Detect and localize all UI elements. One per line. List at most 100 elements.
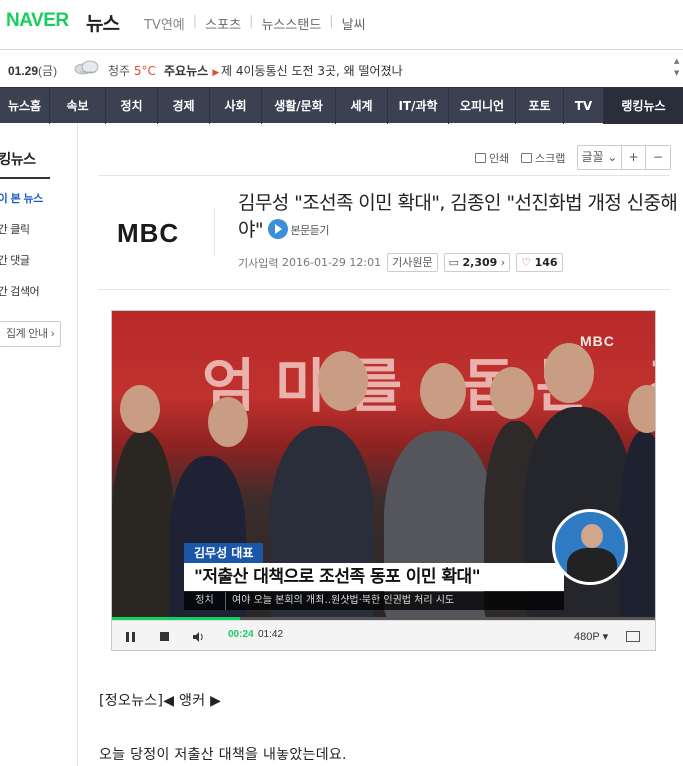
top-nav-sports[interactable]: 스포츠: [199, 14, 247, 33]
listen-button[interactable]: 본문듣기: [268, 217, 329, 244]
naver-logo[interactable]: NAVER: [6, 10, 69, 32]
main-nav: 뉴스홈 속보 정치 경제 사회 생활/문화 세계 IT/과학 오피니언 포토 T…: [0, 87, 683, 124]
key-news-text: 주요뉴스: [164, 64, 209, 78]
nav-economy[interactable]: 경제: [158, 87, 210, 124]
print-label: 인쇄: [489, 152, 510, 165]
volume-icon[interactable]: [192, 631, 204, 643]
aggregation-info-button[interactable]: 집계 안내 ›: [0, 321, 61, 347]
listen-label: 본문듣기: [290, 224, 329, 237]
arrow-down-icon[interactable]: ▼: [674, 67, 679, 79]
article-meta: 기사입력 2016-01-29 12:01 기사원문 ▭ 2,309 › ♡ 1…: [238, 253, 563, 272]
rolling-headline[interactable]: 제 4이동통신 도전 3곳, 왜 떨어졌나: [221, 62, 403, 79]
divider: |: [329, 14, 334, 29]
nav-politics[interactable]: 정치: [106, 87, 158, 124]
article-title-block: 김무성 "조선족 이민 확대", 김종인 "선진화법 개정 신중해야" 본문듣기: [238, 190, 678, 244]
divider: [98, 289, 670, 290]
quality-label: 480P: [574, 631, 600, 643]
font-increase-button[interactable]: +: [622, 146, 646, 169]
font-decrease-button[interactable]: −: [646, 146, 670, 169]
person-head: [208, 397, 248, 447]
caption-sub: 정치 여야 오늘 본회의 개최‥원샷법·북한 인권법 처리 시도: [184, 592, 564, 610]
sidebar-item-weekly-click[interactable]: 주간 클릭: [0, 221, 30, 237]
current-time: 00:24: [228, 629, 254, 640]
interpreter-body: [567, 548, 617, 582]
nav-photo[interactable]: 포토: [516, 87, 564, 124]
video-controls: 00:24 01:42 480P ▾: [112, 620, 655, 650]
page: NAVER 뉴스 TV연예 | 스포츠 | 뉴스스탠드 | 날씨 01.29(금…: [0, 0, 683, 766]
press-logo[interactable]: MBC: [117, 218, 179, 249]
nav-life-culture[interactable]: 생활/문화: [262, 87, 336, 124]
person-head: [318, 351, 368, 411]
interpreter-head: [581, 524, 603, 548]
chevron-down-icon: ▾: [602, 631, 609, 643]
nav-world[interactable]: 세계: [336, 87, 388, 124]
sign-language-interpreter: [552, 509, 628, 585]
info-bar: 01.29(금) 청주 5°C 주요뉴스 ▶ 제 4이동통신 도전 3곳, 왜 …: [0, 51, 683, 87]
sidebar-item-most-viewed[interactable]: 많이 본 뉴스: [0, 190, 43, 206]
article-timestamp: 2016-01-29 12:01: [281, 256, 382, 269]
caption-ticker: 여야 오늘 본회의 개최‥원샷법·북한 인권법 처리 시도: [232, 595, 455, 606]
top-nav-tv[interactable]: TV연예: [138, 14, 191, 33]
quality-select[interactable]: 480P ▾: [574, 630, 608, 643]
nav-tv[interactable]: TV: [564, 87, 604, 124]
arrow-up-icon[interactable]: ▲: [674, 55, 679, 67]
fullscreen-icon[interactable]: [626, 631, 640, 642]
top-nav: TV연예 | 스포츠 | 뉴스스탠드 | 날씨: [138, 14, 372, 33]
triangle-right-icon: ▶: [212, 68, 220, 78]
nav-it-science[interactable]: IT/과학: [388, 87, 449, 124]
divider: [0, 177, 50, 179]
comment-button[interactable]: ▭ 2,309 ›: [443, 253, 511, 272]
caption-category: 정치: [184, 592, 226, 610]
sidebar-item-weekly-search[interactable]: 주간 검색어: [0, 283, 40, 299]
printer-icon: [475, 153, 486, 163]
article-body-line: 오늘 당정이 저출산 대책을 내놓았는데요.: [99, 747, 347, 763]
key-news-label: 주요뉴스 ▶: [164, 62, 219, 79]
nav-society[interactable]: 사회: [210, 87, 262, 124]
nav-ranking[interactable]: 랭킹뉴스: [604, 87, 683, 124]
input-label: 기사입력: [238, 256, 279, 270]
scrap-label: 스크랩: [535, 152, 566, 165]
headline-scroll-arrows[interactable]: ▲ ▼: [674, 55, 679, 79]
caption-main: "저출산 대책으로 조선족 동포 이민 확대": [184, 563, 564, 591]
chevron-down-icon: ⌄: [607, 150, 618, 164]
nav-news-home[interactable]: 뉴스홈: [0, 87, 50, 124]
top-header: NAVER 뉴스 TV연예 | 스포츠 | 뉴스스탠드 | 날씨: [0, 0, 683, 50]
aggregation-info-label: 집계 안내: [6, 327, 48, 340]
divider: [98, 175, 670, 176]
stop-icon[interactable]: [160, 632, 169, 641]
video-player[interactable]: 엄마를 돕는 정 MBC 김무성 대표 "저출산 대책으로 조선족 동포 이민 …: [111, 310, 656, 651]
person-figure: [620, 431, 655, 621]
play-circle-icon: [268, 219, 289, 239]
print-button[interactable]: 인쇄: [475, 150, 509, 166]
scrap-icon: [521, 153, 532, 163]
ranking-sidebar: 랭킹뉴스 많이 본 뉴스 주간 클릭 주간 댓글 주간 검색어 집계 안내 ›: [0, 123, 78, 766]
thumbs-up-icon: ♡: [521, 256, 532, 269]
sidebar-item-weekly-comment[interactable]: 주간 댓글: [0, 252, 30, 268]
person-head: [628, 385, 655, 433]
date-display: 01.29(금): [8, 62, 57, 79]
caption-name-tag: 김무성 대표: [184, 543, 264, 563]
divider: |: [192, 14, 198, 29]
person-head: [544, 343, 594, 403]
weather-city[interactable]: 청주 5°C: [108, 62, 156, 79]
original-article-button[interactable]: 기사원문: [387, 253, 438, 272]
font-select[interactable]: 글꼴 ⌄: [578, 146, 622, 169]
cloud-weather-icon: [74, 60, 99, 75]
news-section-logo[interactable]: 뉴스: [86, 9, 120, 36]
date-value: 01.29: [8, 64, 39, 78]
city-name: 청주: [108, 64, 131, 78]
weekday: (금): [38, 64, 58, 78]
divider: [214, 208, 215, 256]
temperature: 5°C: [133, 64, 156, 78]
top-nav-newsstand[interactable]: 뉴스스탠드: [255, 14, 327, 33]
top-nav-weather[interactable]: 날씨: [336, 14, 372, 33]
nav-opinion[interactable]: 오피니언: [449, 87, 516, 124]
scrap-button[interactable]: 스크랩: [521, 150, 565, 166]
font-label: 글꼴: [581, 150, 604, 164]
comment-count: 2,309: [462, 256, 498, 269]
like-button[interactable]: ♡ 146: [516, 253, 563, 272]
pause-icon[interactable]: [126, 632, 135, 642]
nav-breaking[interactable]: 속보: [50, 87, 106, 124]
mbc-watermark: MBC: [580, 333, 615, 349]
video-frame[interactable]: 엄마를 돕는 정 MBC 김무성 대표 "저출산 대책으로 조선족 동포 이민 …: [112, 311, 655, 626]
